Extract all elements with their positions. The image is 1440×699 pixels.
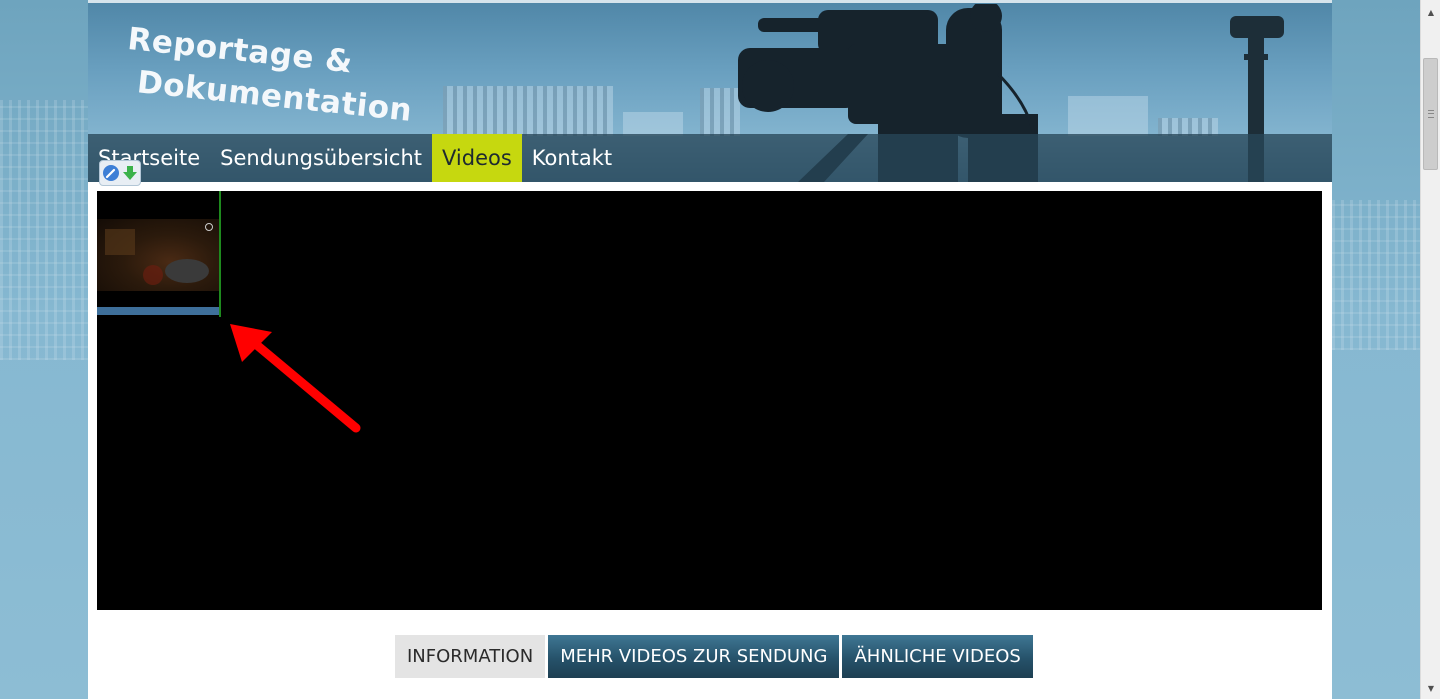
content-tabs: INFORMATION MEHR VIDEOS ZUR SENDUNG ÄHNL…: [395, 635, 1033, 678]
nav-item-videos[interactable]: Videos: [432, 134, 522, 182]
city-silhouette: [0, 100, 88, 360]
background-building: [443, 86, 613, 136]
city-silhouette: [1332, 200, 1420, 350]
pencil-icon: [103, 165, 119, 181]
header-top-line: [88, 0, 1332, 3]
main-navigation: Startseite Sendungsübersicht Videos Kont…: [88, 134, 1332, 182]
pencil-download-icon[interactable]: [99, 160, 141, 186]
nav-item-sendungsuebersicht[interactable]: Sendungsübersicht: [210, 134, 432, 182]
tab-mehr-videos[interactable]: MEHR VIDEOS ZUR SENDUNG: [548, 635, 840, 678]
annotation-arrow: [230, 324, 361, 433]
scroll-up-arrow-icon[interactable]: ▲: [1421, 4, 1440, 21]
vertical-scrollbar[interactable]: ▲ ▼: [1420, 0, 1440, 699]
thumbnail-image: [97, 219, 219, 291]
grip-icon: [1428, 110, 1434, 118]
tab-information[interactable]: INFORMATION: [395, 635, 546, 678]
right-background: [1332, 0, 1420, 699]
page-container: Reportage & Dokumentation Startseite Sen…: [88, 0, 1332, 699]
scrollbar-thumb[interactable]: [1423, 58, 1438, 170]
background-building: [623, 112, 683, 136]
site-header: Reportage & Dokumentation Startseite Sen…: [88, 0, 1332, 182]
thumbnail-progress-bar: [97, 307, 219, 315]
background-building: [1068, 96, 1148, 136]
tab-aehnliche-videos[interactable]: ÄHNLICHE VIDEOS: [842, 635, 1033, 678]
nav-item-kontakt[interactable]: Kontakt: [522, 134, 622, 182]
thumbnail-scene: [105, 223, 213, 285]
scroll-down-arrow-icon[interactable]: ▼: [1421, 680, 1440, 697]
left-background: [0, 0, 88, 699]
video-thumbnail[interactable]: [97, 191, 221, 317]
site-logo[interactable]: Reportage & Dokumentation: [121, 18, 418, 132]
download-arrow-icon: [123, 166, 137, 180]
